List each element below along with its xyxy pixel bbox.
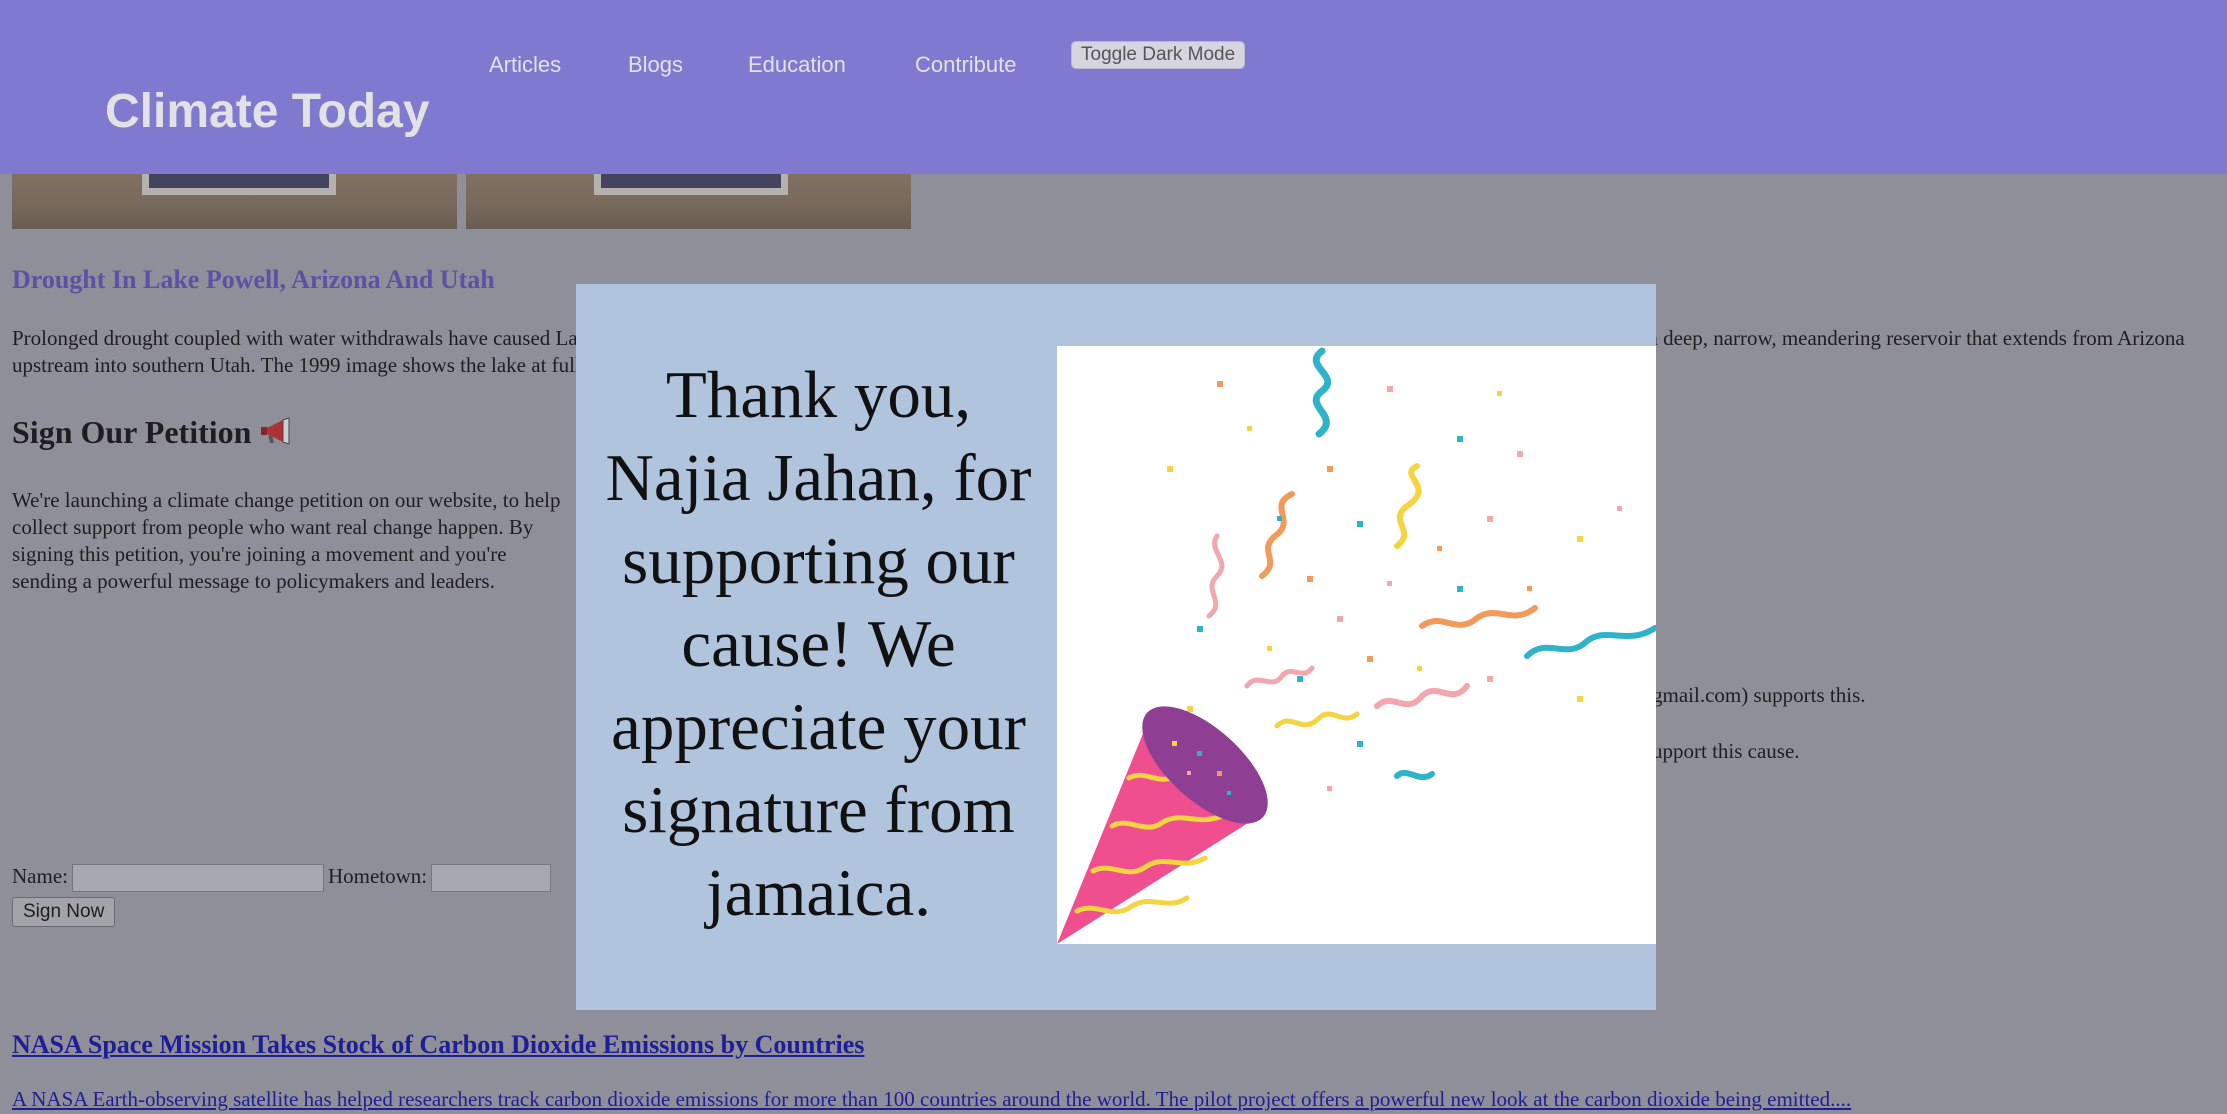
nav-contribute[interactable]: Contribute [915, 52, 1017, 78]
article-title: Drought In Lake Powell, Arizona And Utah [12, 265, 495, 294]
thank-you-message: Thank you, Najia Jahan, for supporting o… [605, 358, 1032, 930]
name-label: Name: [12, 864, 68, 888]
nav-articles[interactable]: Articles [489, 52, 561, 78]
petition-title: Sign Our Petition [12, 414, 297, 455]
party-popper-image [1057, 346, 1656, 944]
news-article-link[interactable]: NASA Space Mission Takes Stock of Carbon… [12, 1030, 864, 1060]
party-popper-icon [1057, 347, 1656, 944]
site-header: Climate Today Articles Blogs Education C… [0, 0, 2227, 174]
megaphone-icon [259, 416, 297, 455]
lake-powell-1999-image [12, 174, 457, 229]
site-title: Climate Today [105, 85, 430, 138]
nav-education[interactable]: Education [748, 52, 846, 78]
petition-form: Name: Hometown: [12, 864, 552, 893]
support-count-line: upport this cause. [1652, 739, 1800, 763]
thank-you-modal[interactable]: Thank you, Najia Jahan, for supporting o… [576, 284, 1656, 1010]
supporter-line: gmail.com) supports this. [1652, 683, 1866, 707]
nav-blogs[interactable]: Blogs [628, 52, 683, 78]
sign-now-button[interactable]: Sign Now [12, 897, 116, 927]
news-article-description[interactable]: A NASA Earth-observing satellite has hel… [12, 1087, 1851, 1112]
hometown-label: Hometown: [327, 864, 428, 888]
petition-body: We're launching a climate change petitio… [12, 488, 561, 593]
lake-powell-2014-image [466, 174, 911, 229]
hometown-input[interactable] [431, 864, 552, 893]
petition-title-text: Sign Our Petition [12, 414, 252, 450]
toggle-dark-mode-button[interactable]: Toggle Dark Mode [1071, 41, 1246, 69]
name-input[interactable] [71, 864, 324, 893]
